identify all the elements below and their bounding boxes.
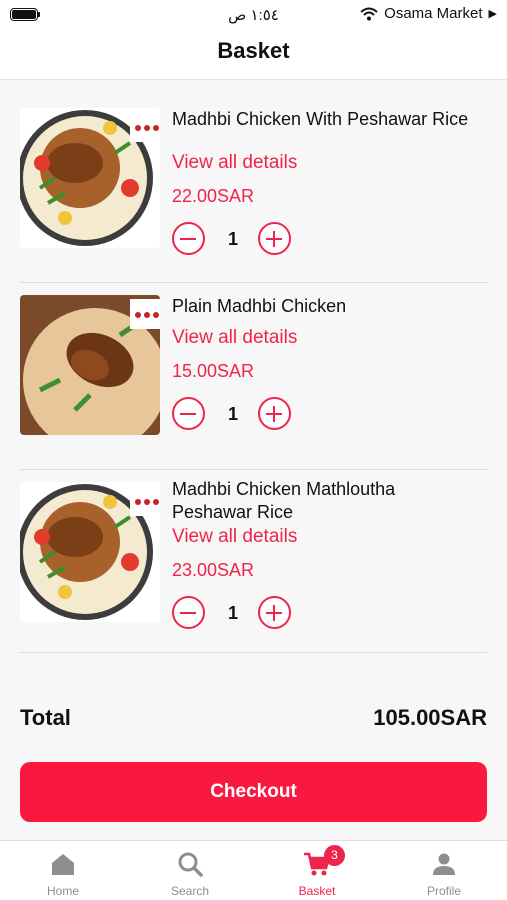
increase-quantity-button[interactable] — [258, 222, 291, 255]
quantity-value: 1 — [227, 603, 238, 623]
decrease-quantity-button[interactable] — [172, 222, 205, 255]
product-image[interactable] — [20, 482, 160, 622]
tab-label: Profile — [426, 884, 461, 898]
product-price: 15.00SAR — [172, 361, 255, 381]
quantity-stepper: 1 — [172, 397, 302, 431]
total-row: Total 105.00SAR — [20, 705, 487, 735]
cart-item: Madhbi Chicken With Peshawar Rice View a… — [20, 108, 487, 283]
page-title: Basket — [217, 38, 290, 63]
home-icon — [52, 854, 74, 875]
cart-item: Plain Madhbi Chicken View all details 15… — [20, 295, 487, 470]
product-image[interactable] — [20, 295, 160, 435]
chicken-rice-image — [20, 482, 160, 622]
cart-count-badge: 3 — [324, 845, 345, 866]
wifi-icon — [360, 7, 378, 20]
product-name: Madhbi Chicken With Peshawar Rice — [172, 109, 469, 129]
header: Basket — [0, 30, 507, 80]
person-icon — [433, 853, 455, 875]
total-label: Total — [20, 705, 71, 730]
plus-icon-v — [272, 231, 276, 247]
product-price: 23.00SAR — [172, 560, 255, 580]
status-right: Osama Market ▶ — [360, 5, 497, 22]
cart-item: Madhbi Chicken Mathloutha Peshawar Rice … — [20, 478, 487, 653]
minus-icon — [180, 611, 196, 614]
checkout-button[interactable]: Checkout — [20, 762, 487, 822]
product-name: Plain Madhbi Chicken — [172, 296, 347, 316]
minus-icon — [180, 237, 196, 240]
total-value: 105.00SAR — [373, 705, 487, 730]
minus-icon — [180, 412, 196, 415]
search-icon — [178, 852, 203, 877]
tab-label: Basket — [298, 884, 336, 898]
decrease-quantity-button[interactable] — [172, 596, 205, 629]
quantity-value: 1 — [227, 404, 238, 424]
quantity-value: 1 — [227, 229, 238, 249]
chicken-rice-image — [20, 108, 160, 248]
quantity-stepper: 1 — [172, 596, 302, 630]
product-name: Madhbi Chicken Mathloutha Peshawar Rice — [172, 479, 396, 522]
increase-quantity-button[interactable] — [258, 397, 291, 430]
tab-bar: Home Search 3 Basket Profile — [0, 840, 507, 900]
view-details-link[interactable]: View all details — [172, 152, 297, 174]
increase-quantity-button[interactable] — [258, 596, 291, 629]
plus-icon-v — [272, 605, 276, 621]
tab-profile[interactable]: Profile — [381, 841, 507, 900]
product-image[interactable] — [20, 108, 160, 248]
carrier-name: Osama Market — [384, 5, 483, 22]
play-icon: ▶ — [488, 8, 497, 20]
tab-basket[interactable]: 3 Basket — [254, 841, 380, 900]
view-details-link[interactable]: View all details — [172, 327, 297, 349]
product-price: 22.00SAR — [172, 186, 255, 206]
decrease-quantity-button[interactable] — [172, 397, 205, 430]
plus-icon-v — [272, 406, 276, 422]
view-details-link[interactable]: View all details — [172, 526, 297, 548]
tab-label: Search — [170, 884, 210, 898]
quantity-stepper: 1 — [172, 222, 302, 256]
tab-label: Home — [46, 884, 79, 898]
tab-search[interactable]: Search — [127, 841, 253, 900]
chicken-board-image — [20, 295, 160, 435]
status-bar: ١:٥٤ ص Osama Market ▶ — [0, 0, 507, 30]
tab-home[interactable]: Home — [0, 841, 126, 900]
